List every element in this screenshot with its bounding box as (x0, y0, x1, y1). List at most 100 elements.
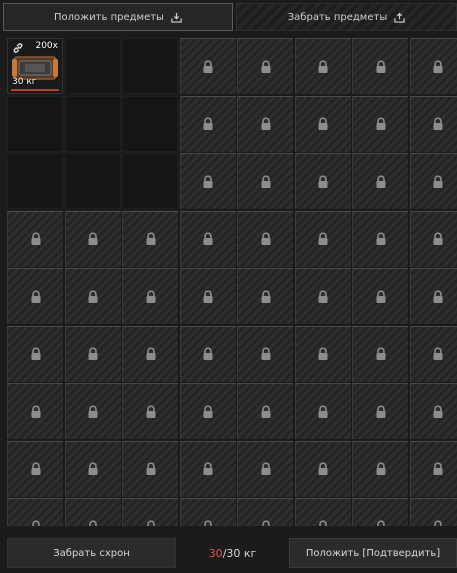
lock-icon (433, 289, 443, 303)
lock-icon (433, 174, 443, 188)
lock-icon (261, 404, 270, 418)
lock-icon (433, 462, 443, 475)
lock-icon (261, 289, 270, 303)
locked-slot (237, 38, 293, 94)
lock-icon (433, 117, 443, 130)
locked-slot (64, 325, 121, 382)
lock-icon (31, 519, 40, 526)
locked-slot (352, 38, 408, 94)
locked-slot (64, 498, 121, 526)
locked-slot (294, 268, 351, 324)
tab-put-items[interactable]: Положить предметы (3, 3, 233, 31)
empty-slot[interactable] (7, 153, 63, 209)
empty-slot[interactable] (122, 38, 178, 94)
lock-icon (203, 462, 213, 475)
locked-slot (179, 383, 236, 439)
lock-icon (376, 519, 385, 526)
locked-slot (122, 498, 178, 526)
locked-slot (122, 325, 178, 382)
locked-slot (7, 210, 63, 267)
lock-icon (31, 289, 40, 303)
tab-take-items[interactable]: Забрать предметы (236, 3, 457, 31)
take-stash-button[interactable]: Забрать схрон (7, 538, 176, 568)
lock-icon (203, 404, 213, 418)
lock-icon (88, 519, 98, 526)
footer-bar: Забрать схрон 30/30 кг Положить [Подтвер… (0, 538, 457, 568)
lock-icon (88, 404, 98, 418)
capacity-used: 30 (208, 546, 223, 560)
lock-icon (261, 174, 270, 188)
lock-icon (146, 232, 155, 245)
lock-icon (433, 59, 443, 73)
locked-slot (122, 210, 178, 267)
locked-slot (352, 210, 408, 267)
locked-slot (237, 325, 293, 382)
locked-slot (237, 268, 293, 324)
lock-icon (376, 347, 385, 360)
locked-slot (294, 95, 351, 152)
lock-icon (376, 462, 385, 475)
locked-slot (409, 268, 457, 324)
locked-slot (294, 325, 351, 382)
locked-slot (352, 268, 408, 324)
locked-slot (64, 383, 121, 439)
lock-icon (31, 462, 40, 475)
item-quantity: 200x (35, 41, 58, 51)
locked-slot (294, 38, 351, 94)
locked-slot (294, 383, 351, 439)
lock-icon (146, 404, 155, 418)
locked-slot (352, 95, 408, 152)
capacity-indicator: 30/30 кг (176, 538, 289, 568)
locked-slot (64, 440, 121, 497)
lock-icon (146, 519, 155, 526)
empty-slot[interactable] (122, 95, 178, 152)
locked-slot (7, 440, 63, 497)
lock-icon (31, 347, 40, 360)
locked-slot (7, 268, 63, 324)
locked-slot (237, 95, 293, 152)
empty-slot[interactable] (7, 95, 63, 152)
item-slot[interactable]: 200x 30 кг (7, 38, 63, 94)
empty-slot[interactable] (64, 95, 121, 152)
locked-slot (179, 153, 236, 209)
lock-icon (88, 232, 98, 245)
locked-slot (352, 498, 408, 526)
take-stash-label: Забрать схрон (53, 547, 130, 559)
lock-icon (203, 117, 213, 130)
lock-icon (376, 404, 385, 418)
lock-icon (433, 347, 443, 360)
lock-icon (318, 59, 328, 73)
locked-slot (179, 95, 236, 152)
lock-icon (318, 232, 328, 245)
stash-grid: 200x 30 кг (7, 38, 457, 526)
confirm-put-button[interactable]: Положить [Подтвердить] (289, 538, 457, 568)
locked-slot (179, 268, 236, 324)
lock-icon (203, 347, 213, 360)
locked-slot (409, 325, 457, 382)
locked-slot (409, 38, 457, 94)
empty-slot[interactable] (64, 153, 121, 209)
item-weight: 30 кг (12, 77, 37, 87)
lock-icon (376, 117, 385, 130)
locked-slot (64, 268, 121, 324)
lock-icon (203, 289, 213, 303)
locked-slot (179, 440, 236, 497)
lock-icon (146, 462, 155, 475)
locked-slot (122, 268, 178, 324)
lock-icon (318, 404, 328, 418)
empty-slot[interactable] (122, 153, 178, 209)
lock-icon (376, 289, 385, 303)
lock-icon (88, 347, 98, 360)
lock-icon (261, 59, 270, 73)
lock-icon (203, 519, 213, 526)
locked-slot (352, 440, 408, 497)
lock-icon (31, 232, 40, 245)
lock-icon (433, 404, 443, 418)
lock-icon (261, 462, 270, 475)
lock-icon (376, 232, 385, 245)
lock-icon (88, 462, 98, 475)
locked-slot (7, 498, 63, 526)
empty-slot[interactable] (64, 38, 121, 94)
locked-slot (237, 210, 293, 267)
stash-grid-viewport[interactable]: 200x 30 кг (7, 38, 457, 526)
